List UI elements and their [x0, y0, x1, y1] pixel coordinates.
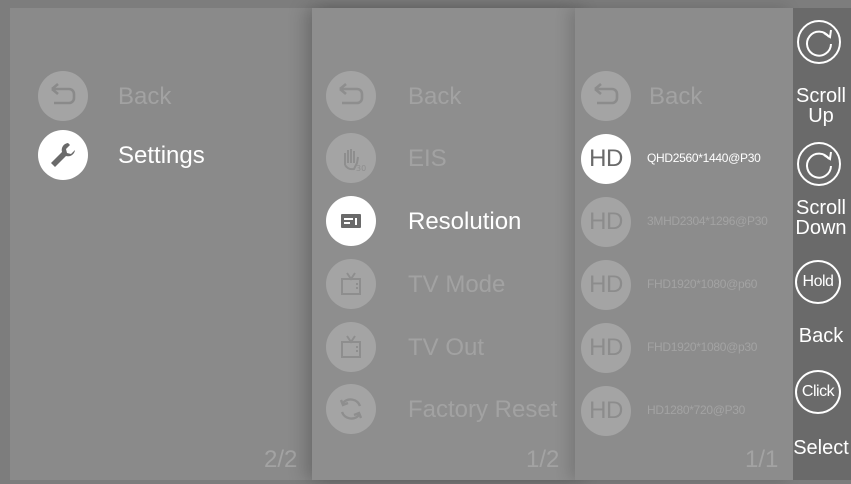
resolution-option-3mhd[interactable]: HD 3MHD2304*1296@P30: [575, 197, 793, 249]
refresh-icon: [326, 384, 376, 434]
menu-panel-settings: Back 30 EIS Resolution TV Mode TV Out Fa…: [312, 8, 575, 480]
resolution-label: HD1280*720@P30: [647, 403, 746, 417]
page-indicator: 1/2: [526, 446, 560, 473]
shaking-hand-icon: 30: [326, 133, 376, 183]
menu-item-label: TV Mode: [408, 271, 506, 298]
hd-badge-icon: HD: [581, 260, 631, 310]
menu-item-tv-mode[interactable]: TV Mode: [312, 259, 575, 311]
resolution-label: FHD1920*1080@p60: [647, 277, 758, 291]
hd-badge-icon: HD: [581, 323, 631, 373]
scroll-up-label: Scroll Up: [795, 85, 846, 127]
resolution-option-hd720[interactable]: HD HD1280*720@P30: [575, 386, 793, 438]
rotate-clockwise-icon: [806, 151, 832, 179]
back-arrow-icon: [581, 71, 631, 121]
click-badge-label: Click: [801, 383, 835, 400]
hd-badge-icon: HD: [581, 134, 631, 184]
hd-badge-icon: HD: [581, 197, 631, 247]
control-hint-bar: Scroll Up Scroll Down Hold Back Click Se…: [793, 8, 851, 480]
resolution-label: QHD2560*1440@P30: [647, 151, 761, 165]
menu-item-label: Back: [649, 83, 703, 110]
page-indicator: 1/1: [745, 446, 779, 473]
menu-item-label: Settings: [118, 142, 205, 169]
resolution-option-fhd60[interactable]: HD FHD1920*1080@p60: [575, 260, 793, 312]
resolution-label: FHD1920*1080@p30: [647, 340, 758, 354]
resolution-label: 3MHD2304*1296@P30: [647, 214, 768, 228]
menu-panel-resolution: Back HD QHD2560*1440@P30 HD 3MHD2304*129…: [575, 8, 793, 480]
menu-item-resolution[interactable]: Resolution: [312, 196, 575, 248]
scroll-down-button[interactable]: [797, 142, 841, 186]
click-select-label: Select: [793, 437, 849, 459]
back-arrow-icon: [326, 71, 376, 121]
menu-item-label: Factory Reset: [408, 396, 558, 423]
back-arrow-icon: [38, 71, 88, 121]
menu-item-tv-out[interactable]: TV Out: [312, 322, 575, 374]
menu-item-settings[interactable]: Settings: [10, 130, 312, 182]
resolution-option-fhd30[interactable]: HD FHD1920*1080@p30: [575, 323, 793, 375]
menu-item-label: Back: [118, 83, 172, 110]
menu-item-label: EIS: [408, 145, 447, 172]
click-button[interactable]: Click: [795, 370, 841, 414]
hold-back-label: Back: [798, 325, 844, 347]
rotate-clockwise-icon: [806, 29, 832, 57]
page-indicator: 2/2: [264, 446, 298, 473]
hd-badge-icon: HD: [581, 386, 631, 436]
hold-badge-label: Hold: [802, 273, 834, 290]
menu-item-back[interactable]: Back: [575, 71, 793, 123]
menu-item-back[interactable]: Back: [312, 71, 575, 123]
menu-item-label: Resolution: [408, 208, 522, 235]
menu-item-eis[interactable]: 30 EIS: [312, 133, 575, 185]
menu-panel-main: Back Settings 2/2: [10, 8, 312, 480]
menu-item-back[interactable]: Back: [10, 71, 312, 123]
resolution-option-qhd[interactable]: HD QHD2560*1440@P30: [575, 134, 793, 186]
menu-item-factory-reset[interactable]: Factory Reset: [312, 384, 575, 436]
wrench-icon: [38, 130, 88, 180]
resolution-icon: [326, 196, 376, 246]
svg-text:30: 30: [356, 164, 366, 173]
menu-item-label: TV Out: [408, 334, 485, 361]
scroll-down-label: Scroll Down: [795, 197, 847, 239]
menu-item-label: Back: [408, 83, 462, 110]
scroll-up-button[interactable]: [797, 20, 841, 64]
tv-icon: [326, 259, 376, 309]
hold-button[interactable]: Hold: [795, 260, 841, 304]
tv-icon: [326, 322, 376, 372]
